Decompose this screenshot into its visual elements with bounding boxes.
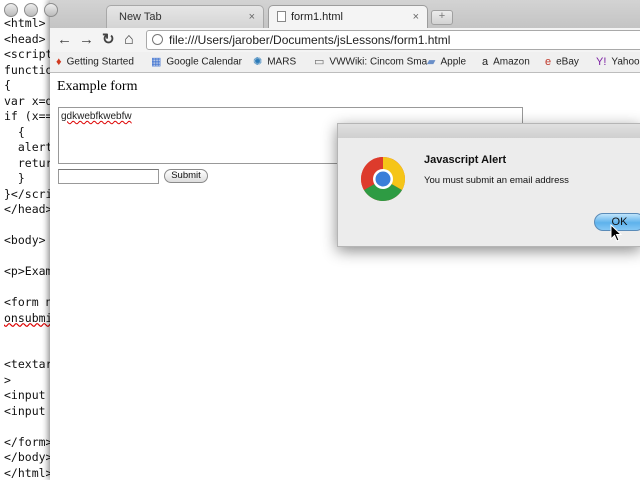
bookmark-item[interactable]: ♦ Getting Started	[56, 52, 134, 73]
code-line: <input	[4, 388, 46, 402]
code-line: var x=d	[4, 93, 52, 108]
url-text: file:///Users/jarober/Documents/jsLesson…	[169, 33, 451, 47]
code-line: <textar	[4, 357, 52, 371]
document-icon	[277, 11, 286, 22]
code-line: <form n	[4, 295, 52, 309]
bookmark-label: Apple	[440, 56, 467, 68]
alert-message: You must submit an email address	[424, 175, 569, 186]
code-line: functio	[4, 62, 52, 77]
bookmarks-bar: ♦ Getting Started ▦ Google Calendar ✺ MARS ▭ VW…	[50, 52, 640, 73]
bookmark-icon: ▰	[427, 56, 436, 68]
email-input[interactable]	[58, 169, 159, 184]
textarea-value: gdkwebfkwebfw	[61, 111, 132, 122]
bookmark-icon: ▭	[314, 56, 325, 68]
code-line: }	[4, 171, 25, 185]
bookmark-label: Getting Started	[66, 56, 134, 68]
submit-button[interactable]: Submit	[164, 169, 208, 183]
browser-toolbar: ← → ↻ ⌂ file:///Users/jarober/Documents/…	[50, 28, 640, 52]
code-line: <head>	[4, 31, 46, 46]
bookmark-label: Amazon	[493, 56, 530, 68]
zoom-window-icon[interactable]	[44, 3, 58, 17]
bookmark-icon: ✺	[253, 56, 263, 68]
bookmark-item[interactable]: ▦ Google Calendar	[151, 52, 242, 73]
bookmark-item[interactable]: Y! Yahoo!	[596, 52, 640, 73]
bookmark-icon: ▦	[151, 56, 162, 68]
bookmark-label: eBay	[556, 56, 579, 68]
code-line: retur	[4, 155, 52, 170]
back-button[interactable]: ←	[57, 32, 72, 48]
alert-title: Javascript Alert	[424, 154, 507, 166]
bookmark-icon: e	[545, 56, 552, 68]
mouse-cursor-icon	[610, 224, 622, 242]
code-line: <html>	[4, 16, 46, 30]
bookmark-item[interactable]: ▭ VWWiki: Cincom Sma	[314, 52, 427, 73]
home-button[interactable]: ⌂	[124, 32, 134, 48]
page-heading: Example form	[57, 79, 138, 94]
tab-strip: New Tab × form1.html × +	[4, 0, 640, 28]
bookmark-item[interactable]: a Amazon	[482, 52, 530, 73]
code-line: >	[4, 372, 11, 387]
code-line: }</scri	[4, 186, 52, 201]
bookmark-label: VWWiki: Cincom Sma	[329, 56, 428, 68]
code-editor[interactable]: <html> <head> <script functio{var x=d if (x=…	[0, 0, 52, 480]
bookmark-icon: ♦	[56, 56, 62, 68]
close-window-icon[interactable]	[4, 3, 18, 17]
code-line: </body>	[4, 450, 52, 464]
bookmark-item[interactable]: ✺ MARS	[253, 52, 296, 73]
code-line: alert	[4, 140, 52, 154]
bookmark-item[interactable]: ▰ Apple	[427, 52, 466, 73]
code-line: <body>	[4, 233, 46, 247]
code-line: <p>Exam	[4, 264, 52, 278]
code-line: {	[4, 78, 11, 92]
code-line: onsubmi	[4, 310, 52, 325]
tab-label: form1.html	[291, 11, 343, 23]
code-line: <input	[4, 403, 46, 418]
bookmark-label: Google Calendar	[166, 56, 243, 68]
page-icon	[152, 34, 163, 45]
code-line: if (x==	[4, 109, 52, 123]
bookmark-icon: Y!	[596, 56, 607, 68]
code-line: </form>	[4, 434, 52, 449]
code-line: </head>	[4, 202, 52, 216]
new-tab-button[interactable]: +	[431, 10, 453, 25]
code-line: <script	[4, 47, 52, 61]
javascript-alert-dialog: Javascript Alert You must submit an emai…	[337, 123, 640, 247]
dialog-titlebar	[338, 124, 640, 138]
close-tab-icon[interactable]: ×	[413, 6, 419, 28]
bookmark-label: Yahoo!	[611, 56, 640, 68]
tab-label: New Tab	[119, 11, 162, 23]
tab-form1[interactable]: form1.html ×	[268, 5, 428, 28]
bookmark-icon: a	[482, 56, 489, 68]
code-line: {	[4, 124, 25, 139]
close-tab-icon[interactable]: ×	[249, 6, 255, 28]
tab-new-tab[interactable]: New Tab ×	[106, 5, 264, 28]
chrome-logo-icon	[361, 157, 405, 201]
address-bar[interactable]: file:///Users/jarober/Documents/jsLesson…	[146, 30, 640, 50]
reload-button[interactable]: ↻	[102, 32, 115, 48]
minimize-window-icon[interactable]	[24, 3, 38, 17]
code-line: </html>	[4, 465, 52, 480]
forward-button[interactable]: →	[79, 32, 94, 48]
bookmark-item[interactable]: e eBay	[545, 52, 579, 73]
bookmark-label: MARS	[267, 56, 297, 68]
